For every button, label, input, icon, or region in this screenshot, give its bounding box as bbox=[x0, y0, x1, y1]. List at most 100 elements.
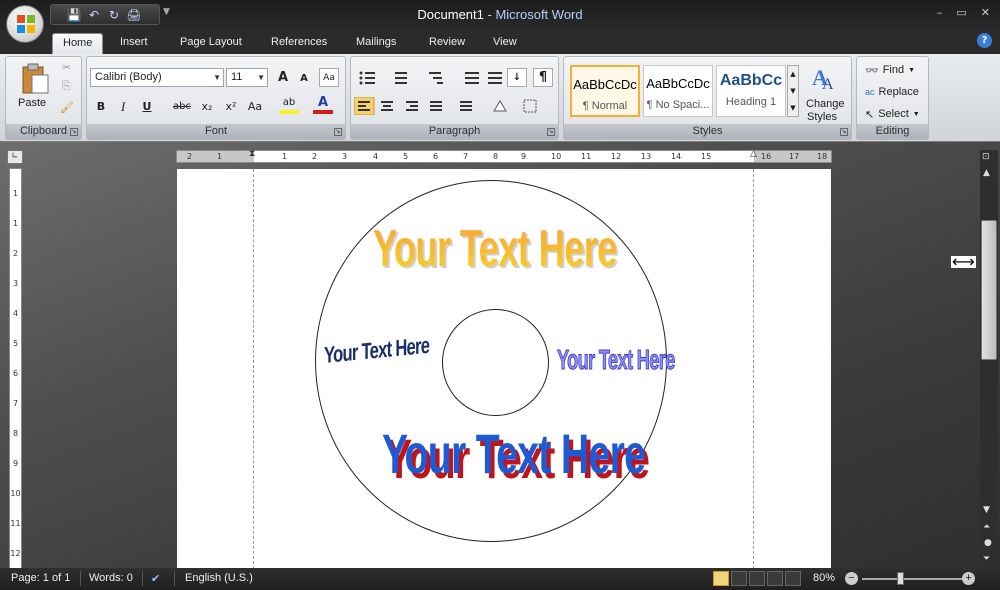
tab-insert[interactable]: Insert bbox=[110, 33, 158, 54]
next-page-icon[interactable]: ⏷ bbox=[983, 554, 990, 564]
grow-font-button[interactable]: A bbox=[273, 68, 293, 87]
vertical-scrollbar[interactable]: ⊡ ▲ ▼ ⏶ ● ⏷ bbox=[980, 150, 998, 568]
font-launcher-icon[interactable]: ↘ bbox=[334, 128, 342, 136]
find-button[interactable]: 👓 Find ▼ bbox=[865, 60, 915, 80]
help-icon[interactable]: ? bbox=[977, 33, 992, 48]
show-formatting-button[interactable]: ¶ bbox=[533, 68, 553, 87]
copy-icon[interactable]: ⎘ bbox=[62, 79, 71, 93]
clipboard-launcher-icon[interactable]: ↘ bbox=[70, 128, 78, 136]
wordart-right[interactable]: Your Text Here bbox=[557, 344, 676, 376]
full-screen-reading-view-icon[interactable] bbox=[731, 571, 747, 586]
font-family-combo[interactable]: Calibri (Body) ▼ bbox=[90, 68, 224, 87]
change-case-button[interactable]: Aa bbox=[245, 97, 265, 116]
ruler-number: 1 bbox=[282, 152, 288, 161]
tab-review[interactable]: Review bbox=[419, 33, 475, 54]
zoom-out-icon[interactable]: − bbox=[845, 572, 858, 585]
browse-object-icon[interactable]: ● bbox=[984, 538, 992, 548]
paragraph-launcher-icon[interactable]: ↘ bbox=[547, 128, 555, 136]
left-margin-line bbox=[253, 169, 254, 569]
highlight-button[interactable]: ab bbox=[279, 95, 299, 114]
tab-references[interactable]: References bbox=[261, 33, 337, 54]
select-button[interactable]: ↖ Select ▼ bbox=[865, 104, 920, 124]
subscript-button[interactable]: x₂ bbox=[197, 97, 217, 116]
outline-view-icon[interactable] bbox=[767, 571, 783, 586]
paragraph-label: Paragraph bbox=[351, 124, 558, 139]
style-no-spacing[interactable]: AaBbCcDc ¶ No Spaci... bbox=[643, 65, 713, 117]
page-count[interactable]: Page: 1 of 1 bbox=[11, 572, 70, 584]
document-page[interactable]: Your Text Here Your Text Here Your Text … bbox=[177, 169, 831, 569]
indent-marker-icon[interactable]: ⧗ bbox=[249, 149, 255, 159]
shrink-font-button[interactable]: A bbox=[294, 69, 314, 88]
clipboard-group: Paste ✂ ⎘ 🖌 Clipboard ↘ bbox=[5, 56, 82, 140]
cut-icon[interactable]: ✂ bbox=[62, 61, 71, 74]
ruler-number: 15 bbox=[701, 152, 712, 161]
ruler-number: 12 bbox=[10, 549, 21, 558]
status-bar: Page: 1 of 1 Words: 0 ✔ English (U.S.) 8… bbox=[0, 568, 1000, 590]
underline-button[interactable]: U bbox=[137, 97, 157, 116]
previous-page-icon[interactable]: ⏶ bbox=[983, 522, 990, 532]
font-size-combo[interactable]: 11 ▼ bbox=[226, 68, 268, 87]
office-button[interactable] bbox=[6, 5, 44, 43]
sort-icon[interactable]: ↓ bbox=[507, 68, 527, 87]
cd-inner-circle[interactable] bbox=[442, 309, 549, 416]
change-styles-line1[interactable]: Change bbox=[806, 98, 845, 110]
vertical-ruler[interactable]: 1 1 2 3 4 5 6 7 8 9 10 11 12 bbox=[9, 168, 22, 569]
change-styles-line2[interactable]: Styles bbox=[807, 111, 837, 123]
style-name: ¶ No Spaci... bbox=[646, 99, 710, 111]
paste-icon[interactable] bbox=[20, 63, 50, 95]
language[interactable]: English (U.S.) bbox=[185, 572, 253, 584]
ruler-number: 17 bbox=[789, 152, 800, 161]
strikethrough-button[interactable]: abc bbox=[172, 97, 192, 116]
tab-home[interactable]: Home bbox=[52, 33, 104, 54]
zoom-in-icon[interactable]: + bbox=[962, 572, 975, 585]
maximize-button[interactable]: ▭ bbox=[956, 6, 966, 19]
clear-formatting-button[interactable]: Aa bbox=[319, 68, 339, 87]
tab-selector-icon[interactable]: ∟ bbox=[7, 150, 23, 164]
ruler-number: 2 bbox=[312, 152, 318, 161]
superscript-button[interactable]: x² bbox=[221, 97, 241, 116]
wordart-bottom[interactable]: Your Text Here bbox=[382, 421, 646, 486]
minimize-button[interactable]: – bbox=[937, 6, 943, 19]
print-layout-view-icon[interactable] bbox=[713, 571, 729, 586]
ruler-number: 5 bbox=[12, 339, 19, 348]
web-layout-view-icon[interactable] bbox=[749, 571, 765, 586]
title-separator: - bbox=[483, 7, 496, 22]
proofing-icon[interactable]: ✔ bbox=[151, 572, 160, 585]
styles-gallery-scroll[interactable]: ▲ ▼ ▼ bbox=[787, 65, 799, 117]
tab-page-layout[interactable]: Page Layout bbox=[170, 33, 252, 54]
list-buttons-icon[interactable] bbox=[357, 69, 557, 87]
font-color-button[interactable]: A bbox=[313, 95, 333, 114]
style-normal[interactable]: AaBbCcDc ¶ Normal bbox=[570, 65, 640, 117]
tab-mailings[interactable]: Mailings bbox=[346, 33, 406, 54]
right-indent-marker-icon[interactable]: △ bbox=[750, 149, 757, 159]
word-count[interactable]: Words: 0 bbox=[89, 572, 133, 584]
close-button[interactable]: ✕ bbox=[981, 6, 990, 19]
ruler-number: 14 bbox=[671, 152, 682, 161]
format-painter-icon[interactable]: 🖌 bbox=[60, 101, 74, 114]
font-group: Calibri (Body) ▼ 11 ▼ A A Aa B I U abc x₂ … bbox=[86, 56, 346, 140]
ruler-number: 3 bbox=[12, 279, 19, 288]
scroll-up-icon[interactable]: ▲ bbox=[983, 168, 990, 178]
tab-view[interactable]: View bbox=[483, 33, 527, 54]
style-heading-1[interactable]: AaBbCc Heading 1 bbox=[716, 65, 786, 117]
scroll-down-icon[interactable]: ▼ bbox=[983, 505, 990, 515]
styles-launcher-icon[interactable]: ↘ bbox=[840, 128, 848, 136]
zoom-level[interactable]: 80% bbox=[813, 572, 835, 584]
draft-view-icon[interactable] bbox=[785, 571, 801, 586]
replace-button[interactable]: ac Replace bbox=[865, 82, 919, 102]
chevron-down-icon: ▼ bbox=[213, 73, 221, 82]
zoom-slider-thumb[interactable] bbox=[897, 572, 904, 585]
wordart-top[interactable]: Your Text Here bbox=[373, 219, 617, 279]
scroll-thumb[interactable] bbox=[981, 220, 997, 360]
bold-button[interactable]: B bbox=[91, 97, 111, 116]
paste-button[interactable]: Paste bbox=[18, 97, 46, 109]
change-styles-icon[interactable]: A A bbox=[810, 63, 840, 93]
italic-button[interactable]: I bbox=[113, 97, 133, 116]
alignment-buttons-icon[interactable] bbox=[354, 97, 554, 115]
ruler-number: 7 bbox=[12, 399, 19, 408]
window-title: Document1 - Microsoft Word bbox=[0, 7, 1000, 22]
horizontal-ruler[interactable]: 2 1 ⧗ 1 2 3 4 5 6 7 8 9 10 11 12 13 14 1… bbox=[176, 149, 832, 163]
view-ruler-icon[interactable]: ⊡ bbox=[982, 152, 990, 162]
zoom-slider[interactable] bbox=[862, 578, 966, 580]
document-title: Document1 bbox=[417, 7, 484, 22]
